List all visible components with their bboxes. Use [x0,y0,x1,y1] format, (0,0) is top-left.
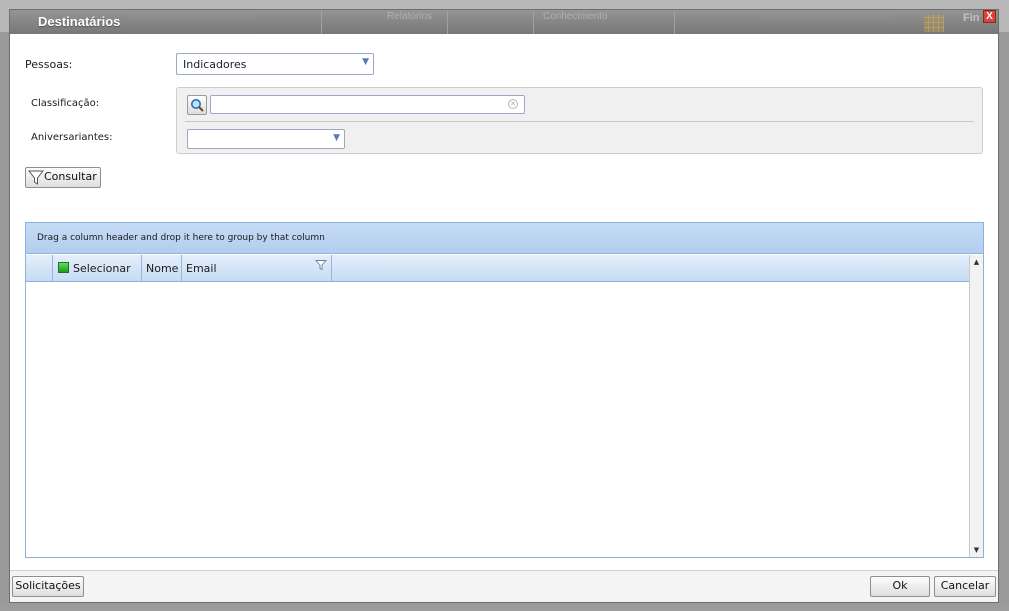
filter-panel: ✕ ▼ [176,87,983,154]
aniversariantes-select[interactable]: ▼ [187,129,345,149]
grid-header-row: Selecionar Nome Email [26,255,969,282]
clear-x-icon[interactable]: ✕ [508,99,518,109]
pessoas-select[interactable]: Indicadores ▼ [176,53,374,75]
background-footer [0,603,1009,611]
magnifier-icon [191,99,204,112]
recipients-grid: Drag a column header and drop it here to… [25,222,984,558]
column-header-email-label: Email [186,262,217,275]
row-indicator-header [26,255,53,281]
consultar-button-label: Consultar [44,170,97,183]
consultar-button[interactable]: Consultar [25,167,101,188]
calendar-icon [924,15,944,32]
classificacao-input[interactable]: ✕ [210,95,525,114]
scroll-down-arrow-icon[interactable]: ▼ [970,543,983,557]
dialog-title: Destinatários [38,14,121,29]
classificacao-search-button[interactable] [187,95,207,115]
group-by-panel[interactable]: Drag a column header and drop it here to… [26,223,983,254]
aniversariantes-label: Aniversariantes: [31,132,113,143]
destinatarios-dialog: Relatórios Conhecimento Fin Destinatário… [9,9,999,603]
select-all-indicator-icon[interactable] [58,262,69,273]
grid-vertical-scrollbar[interactable]: ▲ ▼ [969,255,983,557]
funnel-icon[interactable] [315,259,327,271]
ok-button[interactable]: Ok [870,576,930,597]
ghost-tab-conhecimento: Conhecimento [543,11,608,22]
dialog-footer: Solicitações Ok Cancelar [10,570,998,602]
ghost-tab-relatorios: Relatórios [387,11,433,22]
column-header-nome-label: Nome [146,262,179,275]
funnel-icon [28,170,44,185]
solicitacoes-button[interactable]: Solicitações [12,576,84,597]
classificacao-label: Classificação: [31,98,100,109]
pessoas-select-value: Indicadores [183,58,247,71]
close-button[interactable]: X [983,10,996,23]
ghost-separator [674,10,675,34]
column-header-selecionar-label: Selecionar [73,262,131,275]
column-header-email[interactable]: Email [182,255,332,281]
ghost-separator [533,10,534,34]
scroll-up-arrow-icon[interactable]: ▲ [970,255,983,269]
column-header-selecionar[interactable]: Selecionar [53,255,142,281]
cancel-button[interactable]: Cancelar [934,576,996,597]
ghost-text-fim: Fin [963,12,980,24]
pessoas-label: Pessoas: [25,58,73,71]
dialog-titlebar: Relatórios Conhecimento Fin Destinatário… [10,10,998,34]
ghost-separator [321,10,322,34]
column-header-nome[interactable]: Nome [142,255,182,281]
ghost-separator [447,10,448,34]
chevron-down-icon: ▼ [362,57,369,67]
panel-divider [185,121,974,122]
chevron-down-icon: ▼ [333,133,340,143]
group-by-hint: Drag a column header and drop it here to… [37,233,325,243]
